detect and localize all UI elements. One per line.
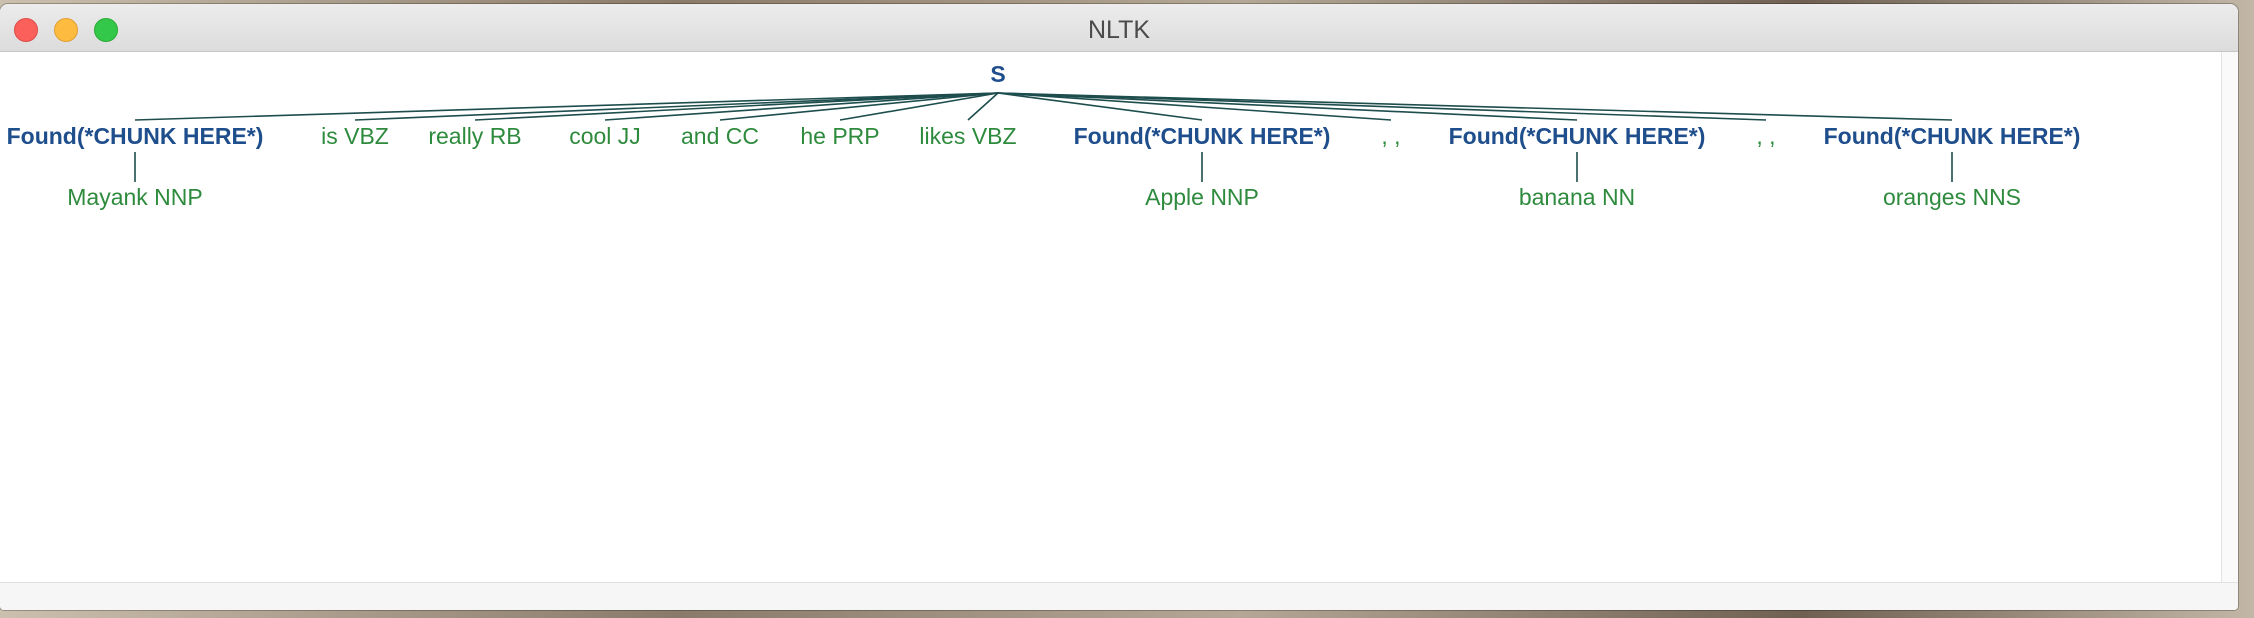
leaf-node[interactable]: and CC <box>681 123 759 149</box>
chunk-node[interactable]: Found(*CHUNK HERE*) <box>1074 123 1331 149</box>
parse-tree: S Found(*CHUNK HERE*) Mayank NNP is VBZ rea… <box>7 61 2081 210</box>
chunk-leaf-node[interactable]: oranges NNS <box>1883 184 2021 210</box>
leaf-node[interactable]: likes VBZ <box>919 123 1016 149</box>
tree-edge <box>997 92 1392 121</box>
window-title: NLTK <box>1087 16 1151 44</box>
title-bar[interactable]: NLTK <box>0 4 2238 52</box>
leaf-node[interactable]: , , <box>1756 123 1775 149</box>
leaf-node[interactable]: , , <box>1381 123 1400 149</box>
leaf-node[interactable]: really RB <box>428 123 521 149</box>
horizontal-scrollbar[interactable] <box>0 582 2238 610</box>
chunk-leaf-node[interactable]: banana NN <box>1519 184 1635 210</box>
tree-edge <box>354 92 999 121</box>
chunk-node[interactable]: Found(*CHUNK HERE*) <box>1824 123 2081 149</box>
vertical-scrollbar[interactable] <box>2221 52 2238 582</box>
leaf-node[interactable]: is VBZ <box>321 123 389 149</box>
chunk-leaf-node[interactable]: Apple NNP <box>1145 184 1259 210</box>
nltk-window: NLTK S Found(*CHUNK HERE*) Mayank NNP is V… <box>0 4 2238 610</box>
tree-root-node[interactable]: S <box>990 61 1005 87</box>
chunk-leaf-node[interactable]: Mayank NNP <box>67 184 202 210</box>
chunk-node[interactable]: Found(*CHUNK HERE*) <box>7 123 264 149</box>
tree-canvas[interactable]: S Found(*CHUNK HERE*) Mayank NNP is VBZ rea… <box>0 52 2222 582</box>
chunk-node[interactable]: Found(*CHUNK HERE*) <box>1449 123 1706 149</box>
leaf-node[interactable]: cool JJ <box>569 123 641 149</box>
tree-nodes: Found(*CHUNK HERE*) Mayank NNP is VBZ reall… <box>7 123 2081 210</box>
leaf-node[interactable]: he PRP <box>800 123 879 149</box>
